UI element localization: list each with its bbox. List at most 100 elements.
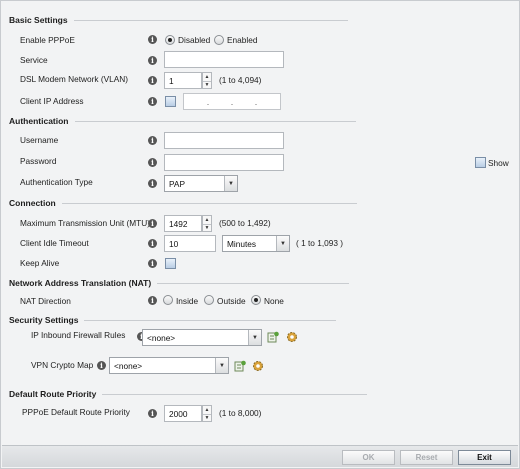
- show-password-checkbox[interactable]: [475, 157, 486, 168]
- info-icon[interactable]: i: [148, 35, 157, 44]
- gear-icon[interactable]: [286, 331, 298, 343]
- idle-range-hint: ( 1 to 1,093 ): [296, 238, 344, 248]
- section-title: Authentication: [9, 116, 69, 126]
- auth-type-label: Authentication Type: [20, 177, 93, 187]
- chevron-down-icon[interactable]: ▼: [215, 358, 228, 373]
- section-title: Default Route Priority: [9, 389, 97, 399]
- auth-type-value: PAP: [169, 179, 185, 189]
- username-label: Username: [20, 135, 59, 145]
- client-ip-input[interactable]: . . .: [183, 93, 281, 110]
- password-input[interactable]: [164, 154, 284, 171]
- info-icon[interactable]: i: [97, 361, 106, 370]
- idle-timeout-unit-select[interactable]: Minutes ▼: [222, 235, 290, 252]
- mtu-range-hint: (500 to 1,492): [219, 218, 271, 228]
- service-label: Service: [20, 55, 48, 65]
- username-input[interactable]: [164, 132, 284, 149]
- mtu-input[interactable]: 1492: [164, 215, 202, 232]
- section-basic-settings: Basic Settings: [9, 15, 348, 25]
- info-icon[interactable]: i: [148, 219, 157, 228]
- idle-unit-value: Minutes: [227, 239, 257, 249]
- ip-dot: .: [230, 96, 234, 107]
- stepper-up-icon[interactable]: ▲: [203, 406, 211, 414]
- section-default-route-priority: Default Route Priority: [9, 389, 368, 399]
- info-icon[interactable]: i: [148, 76, 157, 85]
- enable-pppoe-disabled-radio[interactable]: [165, 35, 175, 45]
- section-rule: [73, 19, 348, 21]
- enable-pppoe-label: Enable PPPoE: [20, 35, 75, 45]
- section-title: Connection: [9, 198, 56, 208]
- vpn-crypto-map-value: <none>: [114, 361, 143, 371]
- vlan-input[interactable]: 1: [164, 72, 202, 89]
- section-authentication: Authentication: [9, 116, 356, 126]
- stepper-down-icon[interactable]: ▼: [203, 80, 211, 89]
- keep-alive-checkbox[interactable]: [165, 258, 176, 269]
- info-icon[interactable]: i: [148, 239, 157, 248]
- service-input[interactable]: [164, 51, 284, 68]
- info-icon[interactable]: i: [148, 179, 157, 188]
- section-nat: Network Address Translation (NAT): [9, 278, 350, 288]
- gear-icon[interactable]: [252, 360, 264, 372]
- show-password-label: Show: [488, 158, 509, 168]
- ok-button[interactable]: OK: [342, 450, 395, 465]
- enabled-radio-label: Enabled: [227, 35, 258, 45]
- section-rule: [102, 393, 368, 395]
- nat-inside-radio[interactable]: [163, 295, 173, 305]
- nat-outside-radio[interactable]: [204, 295, 214, 305]
- client-ip-enable-checkbox[interactable]: [165, 96, 176, 107]
- password-label: Password: [20, 156, 57, 166]
- route-priority-input[interactable]: 2000: [164, 405, 202, 422]
- dialog-footer: OK Reset Exit: [2, 445, 518, 467]
- route-priority-label: PPPoE Default Route Priority: [22, 407, 130, 417]
- vlan-range-hint: (1 to 4,094): [219, 75, 262, 85]
- ip-dot: .: [206, 96, 210, 107]
- enable-pppoe-enabled-radio[interactable]: [214, 35, 224, 45]
- section-security: Security Settings: [9, 315, 337, 325]
- nat-direction-label: NAT Direction: [20, 296, 71, 306]
- info-icon[interactable]: i: [148, 259, 157, 268]
- info-icon[interactable]: i: [148, 136, 157, 145]
- chevron-down-icon[interactable]: ▼: [248, 330, 261, 345]
- reset-button[interactable]: Reset: [400, 450, 453, 465]
- section-title: Basic Settings: [9, 15, 68, 25]
- chevron-down-icon[interactable]: ▼: [224, 176, 237, 191]
- nat-inside-label: Inside: [176, 296, 199, 306]
- section-connection: Connection: [9, 198, 357, 208]
- mtu-stepper[interactable]: ▲ ▼: [202, 215, 212, 232]
- nat-none-radio[interactable]: [251, 295, 261, 305]
- section-rule: [84, 319, 337, 321]
- section-rule: [61, 202, 357, 204]
- add-policy-icon[interactable]: [267, 331, 279, 343]
- info-icon[interactable]: i: [148, 158, 157, 167]
- section-rule: [74, 120, 356, 122]
- firewall-rules-select[interactable]: <none> ▼: [142, 329, 262, 346]
- chevron-down-icon[interactable]: ▼: [276, 236, 289, 251]
- disabled-radio-label: Disabled: [178, 35, 211, 45]
- info-icon[interactable]: i: [148, 56, 157, 65]
- info-icon[interactable]: i: [148, 409, 157, 418]
- stepper-up-icon[interactable]: ▲: [203, 73, 211, 81]
- route-priority-range-hint: (1 to 8,000): [219, 408, 262, 418]
- mtu-label: Maximum Transmission Unit (MTU): [20, 218, 150, 228]
- vlan-stepper[interactable]: ▲ ▼: [202, 72, 212, 89]
- add-policy-icon[interactable]: [234, 360, 246, 372]
- client-ip-label: Client IP Address: [20, 96, 84, 106]
- vlan-label: DSL Modem Network (VLAN): [20, 74, 129, 84]
- route-priority-stepper[interactable]: ▲ ▼: [202, 405, 212, 422]
- info-icon[interactable]: i: [148, 97, 157, 106]
- stepper-down-icon[interactable]: ▼: [203, 223, 211, 232]
- keep-alive-label: Keep Alive: [20, 258, 60, 268]
- stepper-down-icon[interactable]: ▼: [203, 413, 211, 422]
- info-icon[interactable]: i: [148, 296, 157, 305]
- nat-none-label: None: [264, 296, 284, 306]
- idle-timeout-input[interactable]: 10: [164, 235, 216, 252]
- vpn-crypto-map-label: VPN Crypto Map: [31, 360, 94, 370]
- vpn-crypto-map-select[interactable]: <none> ▼: [109, 357, 229, 374]
- firewall-rules-label: IP Inbound Firewall Rules: [31, 330, 126, 340]
- pppoe-settings-panel: Basic Settings Enable PPPoE i Disabled E…: [0, 0, 520, 469]
- firewall-rules-value: <none>: [147, 333, 176, 343]
- exit-button[interactable]: Exit: [458, 450, 511, 465]
- idle-timeout-label: Client Idle Timeout: [20, 238, 89, 248]
- stepper-up-icon[interactable]: ▲: [203, 216, 211, 224]
- ip-dot: .: [254, 96, 258, 107]
- auth-type-select[interactable]: PAP ▼: [164, 175, 238, 192]
